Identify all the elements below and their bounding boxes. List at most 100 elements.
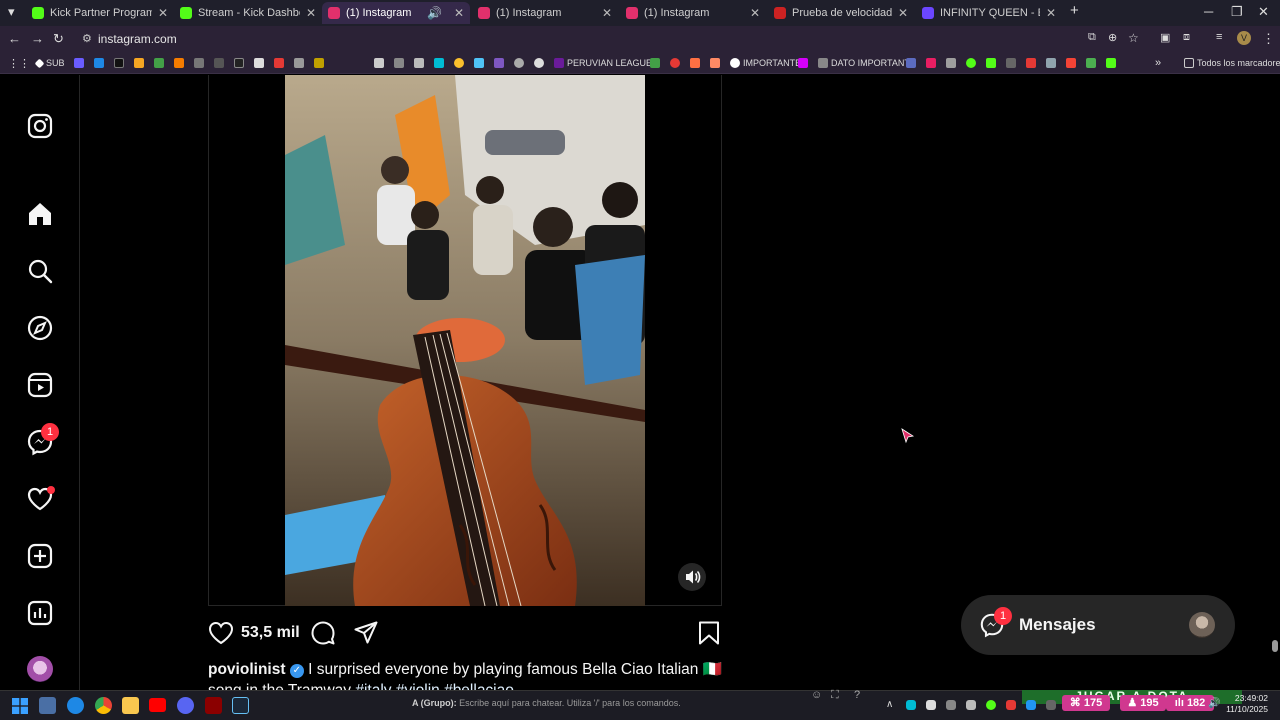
speaker-icon[interactable]: 🔊 — [427, 6, 442, 20]
bookmark-icon-1[interactable] — [74, 56, 87, 70]
bookmark-icon-27[interactable] — [798, 56, 811, 70]
bookmark-icon-23[interactable] — [650, 56, 663, 70]
maximize-icon[interactable]: ❐ — [1231, 4, 1243, 20]
bookmark-icon-12[interactable] — [294, 56, 307, 70]
zoom-icon[interactable]: ⊕ — [1108, 31, 1117, 44]
xbox-icon[interactable] — [986, 700, 996, 710]
bookmark-icon-38[interactable] — [1106, 56, 1119, 70]
file-explorer-icon[interactable] — [122, 697, 139, 714]
tab-kick-partner[interactable]: Kick Partner Program - Kick Da ✕ — [26, 2, 174, 24]
bookmark-icon-25[interactable] — [690, 56, 703, 70]
bookmark-icon-29[interactable] — [926, 56, 939, 70]
new-tab-icon[interactable]: + — [1070, 2, 1079, 19]
site-info-icon[interactable]: ⚙ — [82, 29, 92, 49]
tray-icon-3[interactable] — [946, 700, 956, 710]
create-plus-icon[interactable] — [26, 542, 54, 570]
chrome-icon[interactable] — [95, 697, 112, 714]
menu-dots-icon[interactable]: ⋮ — [1262, 31, 1275, 47]
home-icon[interactable] — [26, 200, 54, 228]
tab-search-icon[interactable]: ▾ — [8, 4, 15, 20]
bookmark-star-icon[interactable]: ☆ — [1128, 31, 1139, 45]
edge-icon[interactable] — [67, 697, 84, 714]
tab-groups-icon[interactable]: ▣ — [1160, 31, 1170, 44]
chat-settings-icon[interactable]: ⛶ — [831, 689, 839, 702]
comment-icon[interactable] — [310, 620, 336, 646]
bookmark-icon-9[interactable] — [234, 56, 247, 70]
messages-floating-button[interactable]: 1 Mensajes — [961, 595, 1235, 655]
bookmark-icon-11[interactable] — [274, 56, 287, 70]
tray-icon-6[interactable] — [1026, 700, 1036, 710]
bookmark-icon-7[interactable] — [194, 56, 207, 70]
discord-icon[interactable] — [177, 697, 194, 714]
search-icon[interactable] — [26, 257, 54, 285]
windows-start-icon[interactable] — [12, 698, 28, 714]
like-count[interactable]: 53,5 mil — [241, 624, 300, 642]
bookmark-icon-31[interactable] — [966, 56, 979, 70]
close-tab-icon[interactable]: ✕ — [306, 6, 316, 20]
game-chat-input[interactable]: A (Grupo): Escribe aquí para chatear. Ut… — [412, 698, 681, 708]
bookmark-icon-26[interactable] — [710, 56, 723, 70]
bookmark-icon-20[interactable] — [494, 56, 507, 70]
post-username[interactable]: poviolinist — [208, 661, 286, 678]
apps-grid-icon[interactable]: ⋮⋮ — [8, 56, 30, 70]
bookmark-icon-24[interactable] — [670, 56, 683, 70]
back-icon[interactable]: ← — [8, 31, 21, 46]
bookmark-icon-28[interactable] — [906, 56, 919, 70]
bookmark-icon-21[interactable] — [514, 56, 527, 70]
close-window-icon[interactable]: ✕ — [1258, 4, 1269, 20]
page-scrollbar[interactable] — [1272, 640, 1278, 652]
close-tab-icon[interactable]: ✕ — [1046, 6, 1056, 20]
bookmark-icon-17[interactable] — [434, 56, 447, 70]
close-tab-icon[interactable]: ✕ — [454, 6, 464, 20]
tray-icon-7[interactable] — [1046, 700, 1056, 710]
tab-infinity-queen[interactable]: INFINITY QUEEN - ESPORTS FE ✕ — [916, 2, 1062, 24]
bookmark-icon-4[interactable] — [134, 56, 147, 70]
close-tab-icon[interactable]: ✕ — [602, 6, 612, 20]
close-tab-icon[interactable]: ✕ — [898, 6, 908, 20]
tab-instagram-2[interactable]: (1) Instagram ✕ — [472, 2, 618, 24]
bookmark-icon-8[interactable] — [214, 56, 227, 70]
like-heart-icon[interactable] — [208, 620, 234, 646]
tab-instagram-active[interactable]: (1) Instagram 🔊 ✕ — [322, 2, 470, 24]
bookmark-icon-30[interactable] — [946, 56, 959, 70]
search-taskbar-icon[interactable] — [39, 697, 56, 714]
bookmark-icon-18[interactable] — [454, 56, 467, 70]
tray-icon-1[interactable] — [906, 700, 916, 710]
bookmark-icon-5[interactable] — [154, 56, 167, 70]
volume-icon[interactable]: 🔊 — [1208, 698, 1220, 709]
bookmark-icon-3[interactable] — [114, 56, 127, 70]
bookmark-icon-6[interactable] — [174, 56, 187, 70]
system-clock[interactable]: 23:49:02 11/10/2025 — [1226, 693, 1268, 715]
youtube-icon[interactable] — [149, 698, 166, 712]
save-bookmark-icon[interactable] — [697, 620, 721, 646]
dashboard-stats-icon[interactable] — [26, 599, 54, 627]
media-control-icon[interactable]: ≡ — [1216, 31, 1222, 43]
steam-icon[interactable] — [232, 697, 249, 714]
bookmark-icon-13[interactable] — [314, 56, 327, 70]
tray-icon-4[interactable] — [966, 700, 976, 710]
reels-icon[interactable] — [26, 371, 54, 399]
bookmark-dato-importante[interactable]: DATO IMPORTANTE — [818, 56, 916, 70]
bookmark-icon-16[interactable] — [414, 56, 427, 70]
bookmark-peruvian-league[interactable]: PERUVIAN LEAGUE... — [554, 56, 660, 70]
share-send-icon[interactable] — [353, 620, 379, 646]
bookmark-icon-35[interactable] — [1046, 56, 1059, 70]
emoji-icon[interactable]: ☺ — [811, 689, 822, 701]
bookmark-icon-19[interactable] — [474, 56, 487, 70]
bookmark-icon-2[interactable] — [94, 56, 107, 70]
extensions-icon[interactable]: ⧈ — [1183, 31, 1190, 44]
instagram-logo-icon[interactable] — [26, 112, 54, 140]
address-bar[interactable]: ⚙ instagram.com — [76, 29, 1146, 49]
close-tab-icon[interactable]: ✕ — [158, 6, 168, 20]
tray-icon-5[interactable] — [1006, 700, 1016, 710]
bookmark-importante[interactable]: IMPORTANTE — [730, 56, 801, 70]
bookmark-icon-15[interactable] — [394, 56, 407, 70]
bookmark-icon-10[interactable] — [254, 56, 267, 70]
tray-expand-icon[interactable]: ∧ — [886, 699, 893, 710]
bookmark-icon-32[interactable] — [986, 56, 999, 70]
bookmark-icon-34[interactable] — [1026, 56, 1039, 70]
forward-icon[interactable]: → — [31, 31, 44, 46]
tab-kick-dashboard[interactable]: Stream - Kick Dashboard ✕ — [174, 2, 322, 24]
open-in-app-icon[interactable]: ⧉ — [1088, 31, 1096, 44]
help-icon[interactable]: ? — [854, 689, 860, 701]
